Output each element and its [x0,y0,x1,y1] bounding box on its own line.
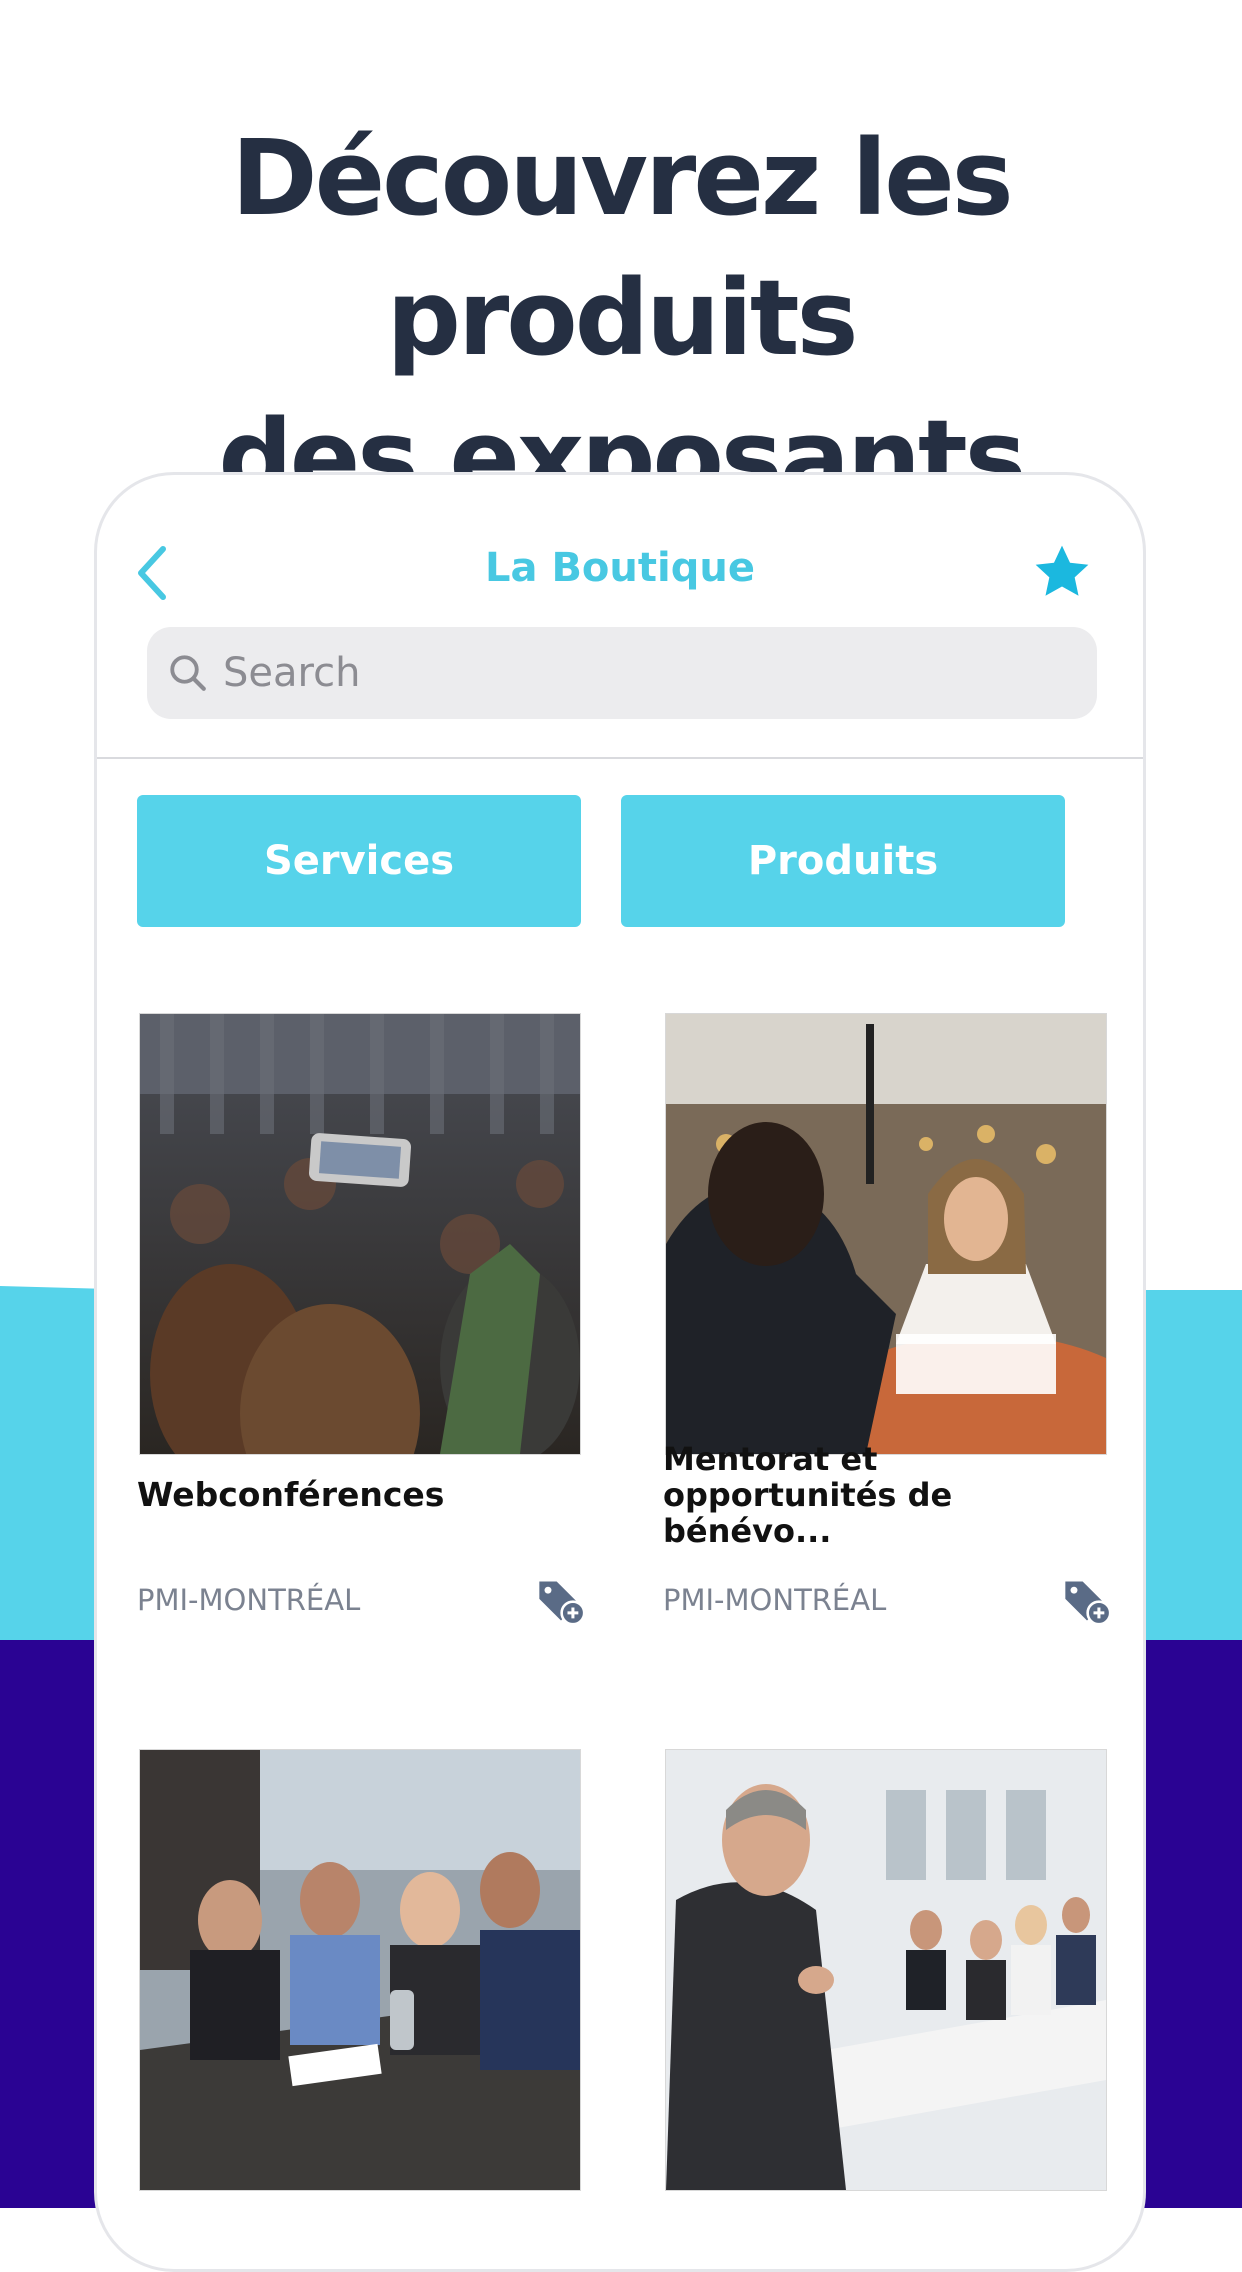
favorite-button[interactable] [1031,541,1093,603]
background-band-cyan-right [1145,1290,1242,1700]
phone-screen: La Boutique Services Produits [94,472,1146,2272]
add-tag-icon[interactable] [1061,1575,1113,1627]
promo-headline: Découvrez les produits des exposants [0,108,1242,528]
audience-photo [140,1014,580,1454]
presenter-classroom-photo [666,1750,1106,2190]
card-image-webconferences[interactable] [139,1013,581,1455]
search-icon [170,655,206,691]
header-divider [97,757,1143,759]
star-icon [1035,545,1089,596]
card-title-mentorat-line-1: Mentorat et [663,1440,878,1478]
mentoring-photo [666,1014,1106,1454]
card-title-mentorat[interactable]: Mentorat et opportunités de bénévo... [663,1441,1113,1549]
tab-services[interactable]: Services [137,795,581,927]
tab-produits[interactable]: Produits [621,795,1065,927]
card-image-4[interactable] [665,1749,1107,2191]
headline-line-1: Découvrez les produits [231,117,1013,379]
card-title-webconferences[interactable]: Webconférences [137,1477,587,1513]
card-image-mentorat[interactable] [665,1013,1107,1455]
card-org-1: PMI-MONTRÉAL [137,1583,361,1617]
card-org-2: PMI-MONTRÉAL [663,1583,887,1617]
card-title-mentorat-line-2: opportunités de bénévo... [663,1476,953,1550]
add-tag-icon[interactable] [535,1575,587,1627]
team-table-photo [140,1750,580,2190]
search-input[interactable] [221,649,1025,697]
search-bar[interactable] [147,627,1097,719]
page-title: La Boutique [485,545,755,591]
card-image-3[interactable] [139,1749,581,2191]
